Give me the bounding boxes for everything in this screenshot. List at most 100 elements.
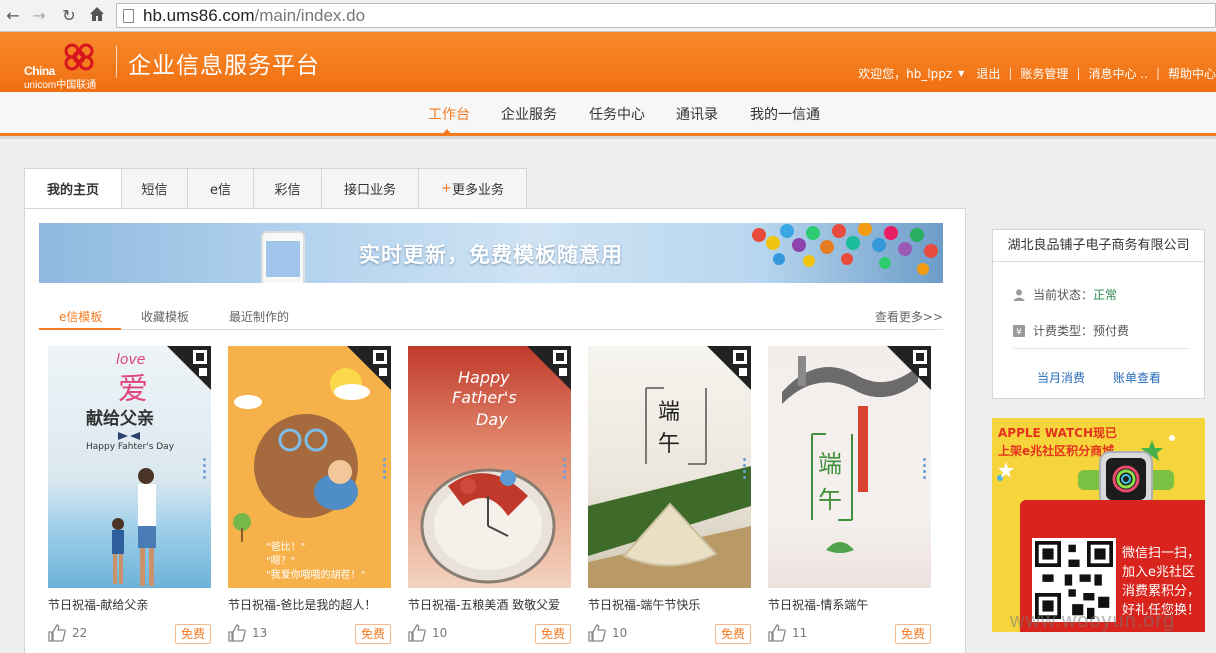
thumbs-up-icon[interactable] [408,624,426,642]
ad-headline: APPLE WATCH现已 [998,426,1117,440]
tab-sms[interactable]: 短信 [122,168,188,209]
thumb-text: Happy Fahter's Day [86,442,175,452]
template-title[interactable]: 节日祝福-献给父亲 [48,596,148,613]
address-bar[interactable]: hb.ums86.com/main/index.do [116,3,1216,28]
reload-icon[interactable]: ↻ [58,5,80,27]
promo-banner[interactable]: 实时更新，免费模板随意用 [39,223,943,283]
nav-item-contacts[interactable]: 通讯录 [676,104,718,124]
nav-item-task-center[interactable]: 任务中心 [589,104,645,124]
template-title[interactable]: 节日祝福-情系端午 [768,596,868,613]
subtab-recent[interactable]: 最近制作的 [229,308,289,325]
tab-mms[interactable]: 彩信 [254,168,322,209]
thumbs-up-icon[interactable] [768,624,786,642]
qr-code-icon[interactable] [887,346,931,390]
free-badge: 免费 [895,624,931,644]
caret-down-icon[interactable]: ▼ [958,69,964,78]
platform-title: 企业信息服务平台 [128,53,320,79]
ad-qr-text: 微信扫一扫， [1122,546,1201,561]
free-badge: 免费 [175,624,211,644]
logout-link[interactable]: 退出 [976,65,1000,82]
apple-watch-ad[interactable]: APPLE WATCH现已 上架e兆社区积分商城 微信扫一扫， 加入e兆社区 消… [992,418,1205,632]
tab-my-home[interactable]: 我的主页 [24,168,122,209]
qr-code-icon[interactable] [347,346,391,390]
thumb-text: 献给父亲 [86,409,154,429]
tab-label: 彩信 [274,183,301,198]
forward-arrow-icon[interactable]: → [28,5,50,27]
subtab-exin-templates[interactable]: e信模板 [59,308,102,325]
pager-dots [383,458,387,488]
billing-icon: ¥ [1013,324,1025,337]
thumbs-up-icon[interactable] [48,624,66,642]
browser-toolbar: ← → ↻ hb.ums86.com/main/index.do [0,0,1216,32]
template-subtabs: e信模板 收藏模板 最近制作的 查看更多>> [39,305,943,330]
thumb-text: 端 [658,400,681,425]
nav-item-my-yixintong[interactable]: 我的一信通 [750,104,820,124]
qr-code-icon[interactable] [527,346,571,390]
message-center-link[interactable]: 消息中心 .. [1088,65,1147,82]
help-center-link[interactable]: 帮助中心 [1168,65,1216,82]
plus-icon: + [441,181,452,196]
leaf-icon [826,542,854,553]
qr-code-icon[interactable] [167,346,211,390]
home-icon[interactable] [86,5,108,27]
thumbs-up-icon[interactable] [228,624,246,642]
monthly-consumption-link[interactable]: 当月消费 [1037,369,1085,386]
tab-label: e信 [210,183,231,198]
page-icon [123,9,134,23]
subtab-favorite-templates[interactable]: 收藏模板 [141,308,189,325]
thumb-text: "我爱你哦哦的胡茬！" [266,570,366,581]
nav-item-workbench[interactable]: 工作台 [428,104,470,124]
like-count: 11 [792,626,808,640]
url-host: hb.ums86.com [143,6,255,25]
status-value: 正常 [1093,288,1118,302]
template-title[interactable]: 节日祝福-端午节快乐 [588,596,700,613]
phone-illustration [261,231,305,283]
thumb-text: "嗯？" [266,556,296,567]
qr-code-icon[interactable] [707,346,751,390]
template-thumbnail[interactable]: 端 午 [588,346,751,588]
thumbs-up-icon[interactable] [588,624,606,642]
template-card[interactable]: 端 午 节日祝福-端午节快乐 10 免费 [588,346,751,646]
thumb-text: "爸比！" [266,542,306,553]
template-card[interactable]: 端 午 节日祝福-情系端午 11 免费 [768,346,931,646]
billing-row: ¥ 计费类型：预付费 [1013,322,1129,339]
back-arrow-icon[interactable]: ← [2,5,24,27]
template-thumbnail[interactable]: love 爱 献给父亲 Happy Fahter's Day [48,346,211,588]
bill-view-link[interactable]: 账单查看 [1113,369,1161,386]
see-more-link[interactable]: 查看更多>> [875,308,943,325]
tab-api-service[interactable]: 接口业务 [322,168,419,209]
template-card[interactable]: "爸比！" "嗯？" "我爱你哦哦的胡茬！" 节日祝福-爸比是我的超人！ 13 … [228,346,391,646]
tab-label: 更多业务 [451,183,504,198]
main-nav: 工作台 企业服务 任务中心 通讯录 我的一信通 [0,92,1216,139]
url-text: hb.ums86.com/main/index.do [143,5,365,27]
thumb-text: 午 [658,432,681,457]
thumb-text: 爱 [118,372,148,407]
template-thumbnail[interactable]: "爸比！" "嗯？" "我爱你哦哦的胡茬！" [228,346,391,588]
like-count: 13 [252,626,268,640]
main-panel: 实时更新，免费模板随意用 e信模板 收藏模板 最近制作的 查看更多>> love… [24,208,966,653]
user-icon [1013,289,1025,301]
template-title[interactable]: 节日祝福-爸比是我的超人！ [228,596,376,613]
logo-text-unicom: unicom中国联通 [24,80,97,91]
separator: | [1155,66,1160,80]
bowtie-icon [118,432,140,440]
china-unicom-logo[interactable]: China unicom中国联通 [22,38,114,91]
like-count: 22 [72,626,88,640]
nav-item-enterprise-service[interactable]: 企业服务 [501,104,557,124]
active-indicator-icon [441,129,453,136]
company-name: 湖北良品铺子电子商务有限公司 [993,230,1204,262]
template-thumbnail[interactable]: Happy Father's Day [408,346,571,588]
company-info-box: 湖北良品铺子电子商务有限公司 当前状态： 正常 ¥ 计费类型：预付费 当月消费 账… [992,229,1205,399]
template-card[interactable]: love 爱 献给父亲 Happy Fahter's Day 节日祝福-献给父亲… [48,346,211,646]
tab-more-services[interactable]: + 更多业务 [419,168,527,209]
clock-illustration [420,468,556,584]
welcome-user[interactable]: 欢迎您，hb_lppz [858,65,952,82]
ad-qr-text: 加入e兆社区 [1122,565,1195,580]
pager-dots [743,458,747,488]
tab-label: 短信 [141,183,168,198]
billing-link[interactable]: 账务管理 [1020,65,1068,82]
tab-exin[interactable]: e信 [188,168,254,209]
template-card[interactable]: Happy Father's Day 节日祝福-五粮美酒 致敬父爱 10 免费 [408,346,571,646]
template-thumbnail[interactable]: 端 午 [768,346,931,588]
template-title[interactable]: 节日祝福-五粮美酒 致敬父爱 [408,596,560,613]
